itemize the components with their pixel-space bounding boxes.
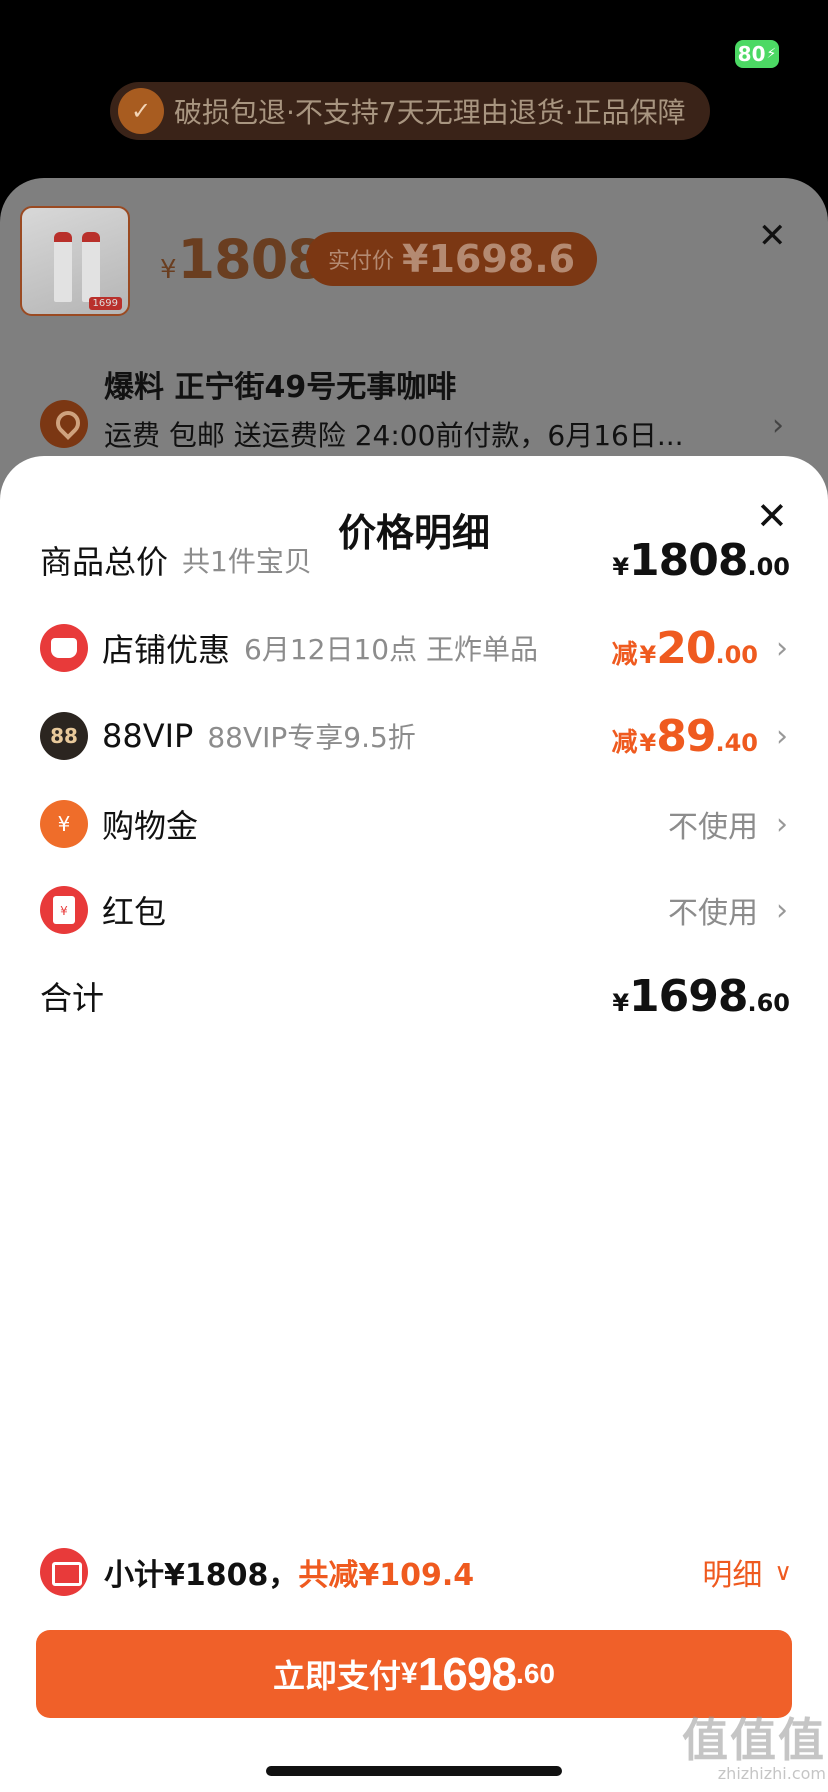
- product-thumbnail: 1699: [20, 206, 130, 316]
- coupon-ticket-icon: [40, 1548, 88, 1596]
- chevron-right-icon: ›: [776, 806, 788, 842]
- detail-label: 明细: [702, 1558, 763, 1593]
- paid-price-label: 实付价: [328, 249, 395, 274]
- price-detail-sheet: 价格明细 ✕ 商品总价 共1件宝贝 ¥1808.00 店铺优惠 6月12日10点…: [0, 456, 828, 1792]
- row-label: 店铺优惠: [102, 631, 231, 669]
- row-label: 商品总价: [40, 543, 169, 581]
- subtotal-text: 小计¥1808，: [104, 1558, 299, 1593]
- close-icon[interactable]: ✕: [758, 216, 787, 256]
- location-pin-icon: [40, 400, 88, 448]
- home-indicator[interactable]: [266, 1766, 562, 1776]
- guarantee-banner: ✓ 破损包退·不支持7天无理由退货·正品保障: [110, 82, 710, 140]
- row-sum: 合计 ¥1698.60: [40, 966, 790, 1026]
- row-label: 红包: [102, 893, 167, 931]
- thumbnail-price-tag: 1699: [88, 297, 122, 310]
- row-label: 合计: [40, 979, 105, 1017]
- shopping-gold-value: 不使用: [668, 810, 758, 845]
- shop-icon: [40, 624, 88, 672]
- shield-check-icon: ✓: [118, 88, 164, 134]
- product-price: ¥1808: [160, 228, 325, 291]
- row-vip-discount[interactable]: 88 88VIP 88VIP专享9.5折 减¥89.40 ›: [40, 706, 790, 766]
- battery-indicator: 80 ⚡: [735, 40, 779, 68]
- subtotal-bar: 小计¥1808， 共减¥109.4 明细 ∨: [40, 1542, 792, 1602]
- total-amount: ¥1808.00: [612, 534, 790, 586]
- detail-toggle[interactable]: 明细 ∨: [702, 1550, 792, 1594]
- chevron-right-icon: ›: [776, 630, 788, 666]
- paid-price-value: ¥1698.6: [402, 237, 576, 281]
- sum-amount: ¥1698.60: [612, 970, 790, 1022]
- address-name[interactable]: 爆料 正宁街49号无事咖啡: [104, 362, 456, 406]
- vip-88-icon: 88: [40, 712, 88, 760]
- row-label: 购物金: [102, 807, 199, 845]
- row-sub: 6月12日10点 王炸单品: [244, 633, 538, 666]
- charging-icon: ⚡: [766, 46, 777, 62]
- row-label: 88VIP: [102, 717, 194, 755]
- chevron-down-icon: ∨: [774, 1558, 792, 1586]
- watermark: 值值值 zhizhizhi.com: [682, 1713, 826, 1783]
- shipping-info[interactable]: 运费 包邮 送运费险 24:00前付款，6月16日...: [104, 414, 684, 454]
- row-sub: 共1件宝贝: [182, 545, 312, 578]
- chevron-right-icon: ›: [776, 718, 788, 754]
- row-sub: 88VIP专享9.5折: [207, 721, 416, 754]
- chevron-right-icon[interactable]: ›: [772, 408, 784, 443]
- saved-amount: 共减¥109.4: [298, 1558, 475, 1593]
- chevron-right-icon: ›: [776, 892, 788, 928]
- guarantee-text: 破损包退·不支持7天无理由退货·正品保障: [174, 96, 686, 129]
- vip-discount-amount: 减¥89.40: [611, 710, 758, 762]
- red-packet-value: 不使用: [668, 896, 758, 931]
- red-packet-icon: ¥: [40, 886, 88, 934]
- row-item-total: 商品总价 共1件宝贝 ¥1808.00: [40, 530, 790, 590]
- row-shopping-gold[interactable]: ¥ 购物金 不使用 ›: [40, 794, 790, 854]
- paid-price-pill: 实付价 ¥1698.6: [306, 232, 598, 286]
- row-shop-discount[interactable]: 店铺优惠 6月12日10点 王炸单品 减¥20.00 ›: [40, 618, 790, 678]
- money-bag-icon: ¥: [40, 800, 88, 848]
- battery-level: 80: [737, 42, 766, 66]
- row-red-packet[interactable]: ¥ 红包 不使用 ›: [40, 880, 790, 940]
- shop-discount-amount: 减¥20.00: [611, 622, 758, 674]
